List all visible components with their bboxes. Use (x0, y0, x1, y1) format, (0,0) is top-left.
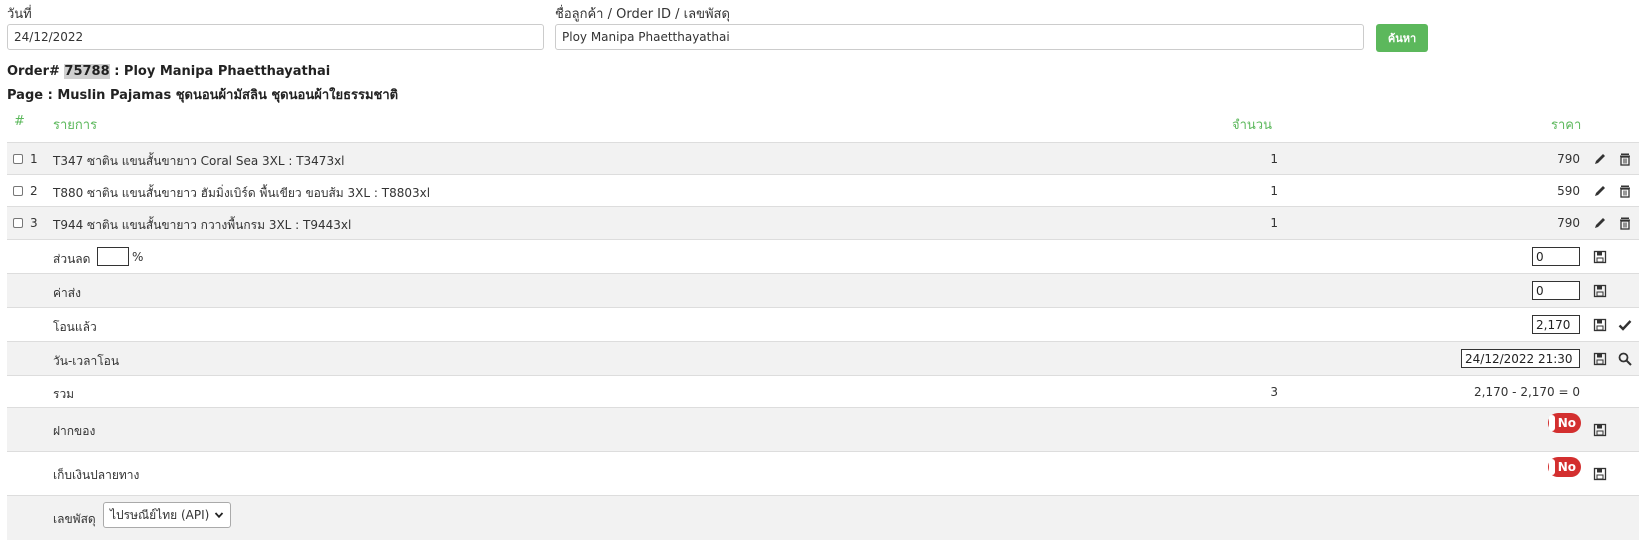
order-customer: : Ploy Manipa Phaetthayathai (114, 64, 331, 79)
transferred-row: โอนแล้ว 2,170 (7, 307, 1639, 341)
check-icon[interactable] (1618, 318, 1632, 332)
trash-icon[interactable] (1618, 184, 1632, 198)
row-index: 3 (30, 216, 38, 230)
save-icon[interactable] (1593, 250, 1607, 264)
shipping-input[interactable]: 0 (1532, 281, 1580, 300)
edit-icon[interactable] (1593, 184, 1607, 198)
total-label: รวม (53, 387, 75, 401)
customer-search-label: ชื่อลูกค้า / Order ID / เลขพัสดุ (555, 7, 730, 22)
row-checkbox[interactable] (13, 154, 23, 164)
transfer-time-row: วัน-เวลาโอน 24/12/2022 21:30 (7, 341, 1639, 375)
tracking-row: เลขพัสดุ ไปรษณีย์ไทย (API) (7, 495, 1639, 540)
date-input[interactable]: 24/12/2022 (7, 24, 544, 50)
col-index-header: # (14, 114, 25, 129)
col-price-header: ราคา (1551, 118, 1582, 133)
edit-icon[interactable] (1593, 152, 1607, 166)
order-title: Order# 75788 : Ploy Manipa Phaetthayatha… (7, 64, 330, 79)
total-qty: 3 (1270, 385, 1278, 399)
row-price: 790 (1557, 216, 1580, 230)
search-button[interactable]: ค้นหา (1376, 24, 1428, 52)
cod-row: เก็บเงินปลายทาง No (7, 451, 1639, 495)
edit-icon[interactable] (1593, 216, 1607, 230)
percent-sign: % (132, 250, 144, 264)
deposit-label: ฝากของ (53, 424, 96, 438)
toggle-knob (1549, 415, 1555, 431)
chevron-down-icon (214, 512, 224, 519)
total-row: รวม 3 2,170 - 2,170 = 0 (7, 375, 1639, 407)
col-item-header: รายการ (53, 118, 98, 133)
discount-row: ส่วนลด % 0 (7, 239, 1639, 273)
row-item: T347 ซาติน แขนสั้นขายาว Coral Sea 3XL : … (53, 154, 345, 168)
row-price: 790 (1557, 152, 1580, 166)
discount-label: ส่วนลด (53, 252, 91, 266)
order-id: 75788 (64, 64, 110, 79)
total-calc: 2,170 - 2,170 = 0 (1474, 385, 1580, 399)
trash-icon[interactable] (1618, 152, 1632, 166)
col-qty-header: จำนวน (1232, 118, 1272, 133)
cod-label: เก็บเงินปลายทาง (53, 468, 140, 482)
cod-toggle[interactable]: No (1548, 457, 1581, 477)
table-row: 1 T347 ซาติน แขนสั้นขายาว Coral Sea 3XL … (7, 142, 1639, 174)
deposit-toggle-text: No (1557, 416, 1576, 430)
row-qty: 1 (1270, 216, 1278, 230)
save-icon[interactable] (1593, 284, 1607, 298)
discount-value-input[interactable]: 0 (1532, 247, 1580, 266)
table-row: 2 T880 ซาติน แขนสั้นขายาว ฮัมมิ่งเบิร์ด … (7, 174, 1639, 206)
transferred-input[interactable]: 2,170 (1532, 315, 1580, 334)
deposit-toggle[interactable]: No (1548, 413, 1581, 433)
customer-search-input[interactable]: Ploy Manipa Phaetthayathai (555, 24, 1364, 50)
order-prefix: Order# (7, 64, 60, 79)
carrier-select[interactable]: ไปรษณีย์ไทย (API) (103, 502, 231, 528)
row-index: 2 (30, 184, 38, 198)
transferred-label: โอนแล้ว (53, 320, 97, 334)
row-item: T944 ซาติน แขนสั้นขายาว กวางพื้นกรม 3XL … (53, 218, 352, 232)
row-qty: 1 (1270, 152, 1278, 166)
carrier-select-value: ไปรษณีย์ไทย (API) (110, 507, 210, 522)
save-icon[interactable] (1593, 467, 1607, 481)
shipping-row: ค่าส่ง 0 (7, 273, 1639, 307)
row-qty: 1 (1270, 184, 1278, 198)
cod-toggle-text: No (1557, 460, 1576, 474)
transfer-time-label: วัน-เวลาโอน (53, 354, 120, 368)
trash-icon[interactable] (1618, 216, 1632, 230)
save-icon[interactable] (1593, 318, 1607, 332)
table-row: 3 T944 ซาติน แขนสั้นขายาว กวางพื้นกรม 3X… (7, 206, 1639, 239)
row-index: 1 (30, 152, 38, 166)
deposit-row: ฝากของ No (7, 407, 1639, 451)
save-icon[interactable] (1593, 423, 1607, 437)
row-checkbox[interactable] (13, 186, 23, 196)
row-checkbox[interactable] (13, 218, 23, 228)
shipping-label: ค่าส่ง (53, 286, 81, 300)
row-price: 590 (1557, 184, 1580, 198)
discount-percent-input[interactable] (97, 247, 129, 266)
date-label: วันที่ (7, 7, 32, 22)
row-item: T880 ซาติน แขนสั้นขายาว ฮัมมิ่งเบิร์ด พื… (53, 186, 431, 200)
toggle-knob (1549, 459, 1555, 475)
page-line: Page : Muslin Pajamas ชุดนอนผ้ามัสลิน ชุ… (7, 88, 399, 103)
search-icon[interactable] (1618, 352, 1632, 366)
save-icon[interactable] (1593, 352, 1607, 366)
tracking-label: เลขพัสดุ (53, 512, 96, 526)
transfer-time-input[interactable]: 24/12/2022 21:30 (1461, 349, 1580, 368)
